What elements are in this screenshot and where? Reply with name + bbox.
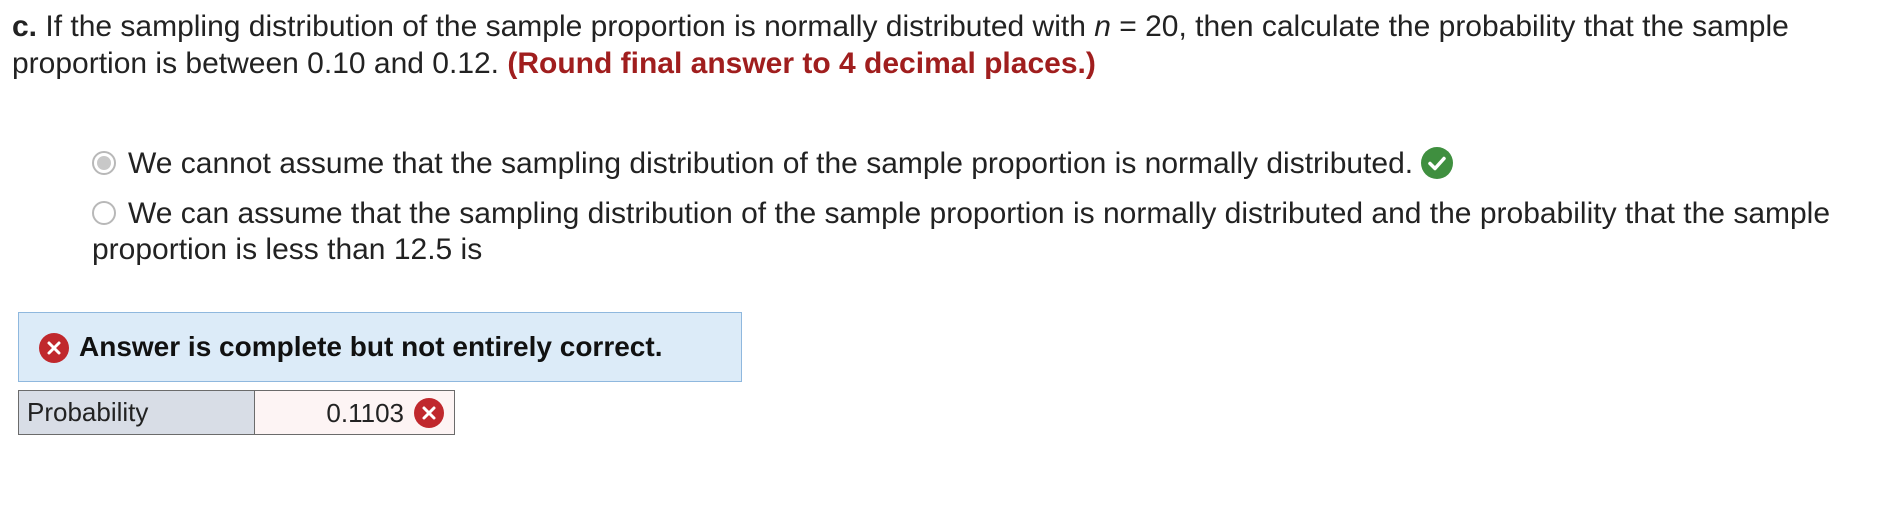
radio-button[interactable] — [92, 201, 116, 225]
answer-table: Probability 0.1103 — [18, 390, 455, 435]
probability-input[interactable]: 0.1103 — [254, 390, 455, 435]
option-label: We cannot assume that the sampling distr… — [92, 146, 1872, 182]
option-label: We can assume that the sampling distribu… — [92, 197, 1831, 266]
probability-label: Probability — [18, 390, 255, 435]
option-cannot-assume[interactable]: We cannot assume that the sampling distr… — [92, 146, 1872, 182]
table-row: Probability 0.1103 — [18, 390, 455, 435]
feedback-message: Answer is complete but not entirely corr… — [79, 331, 663, 362]
option-label-text: We cannot assume that the sampling distr… — [128, 147, 1414, 180]
answer-options: We cannot assume that the sampling distr… — [92, 146, 1872, 268]
part-label: c. — [12, 10, 38, 43]
check-icon — [1421, 147, 1454, 179]
radio-dot — [97, 156, 111, 170]
variable-n: n — [1094, 10, 1111, 43]
question-text: c. If the sampling distribution of the s… — [12, 8, 1892, 82]
close-icon — [39, 333, 69, 363]
close-icon — [414, 398, 444, 428]
option-can-assume[interactable]: We can assume that the sampling distribu… — [92, 196, 1872, 268]
radio-button-selected[interactable] — [92, 151, 116, 175]
feedback-banner: Answer is complete but not entirely corr… — [18, 312, 742, 382]
rounding-note: (Round final answer to 4 decimal places.… — [507, 47, 1096, 80]
probability-value: 0.1103 — [326, 398, 404, 428]
question-text-before: If the sampling distribution of the samp… — [37, 10, 1095, 43]
